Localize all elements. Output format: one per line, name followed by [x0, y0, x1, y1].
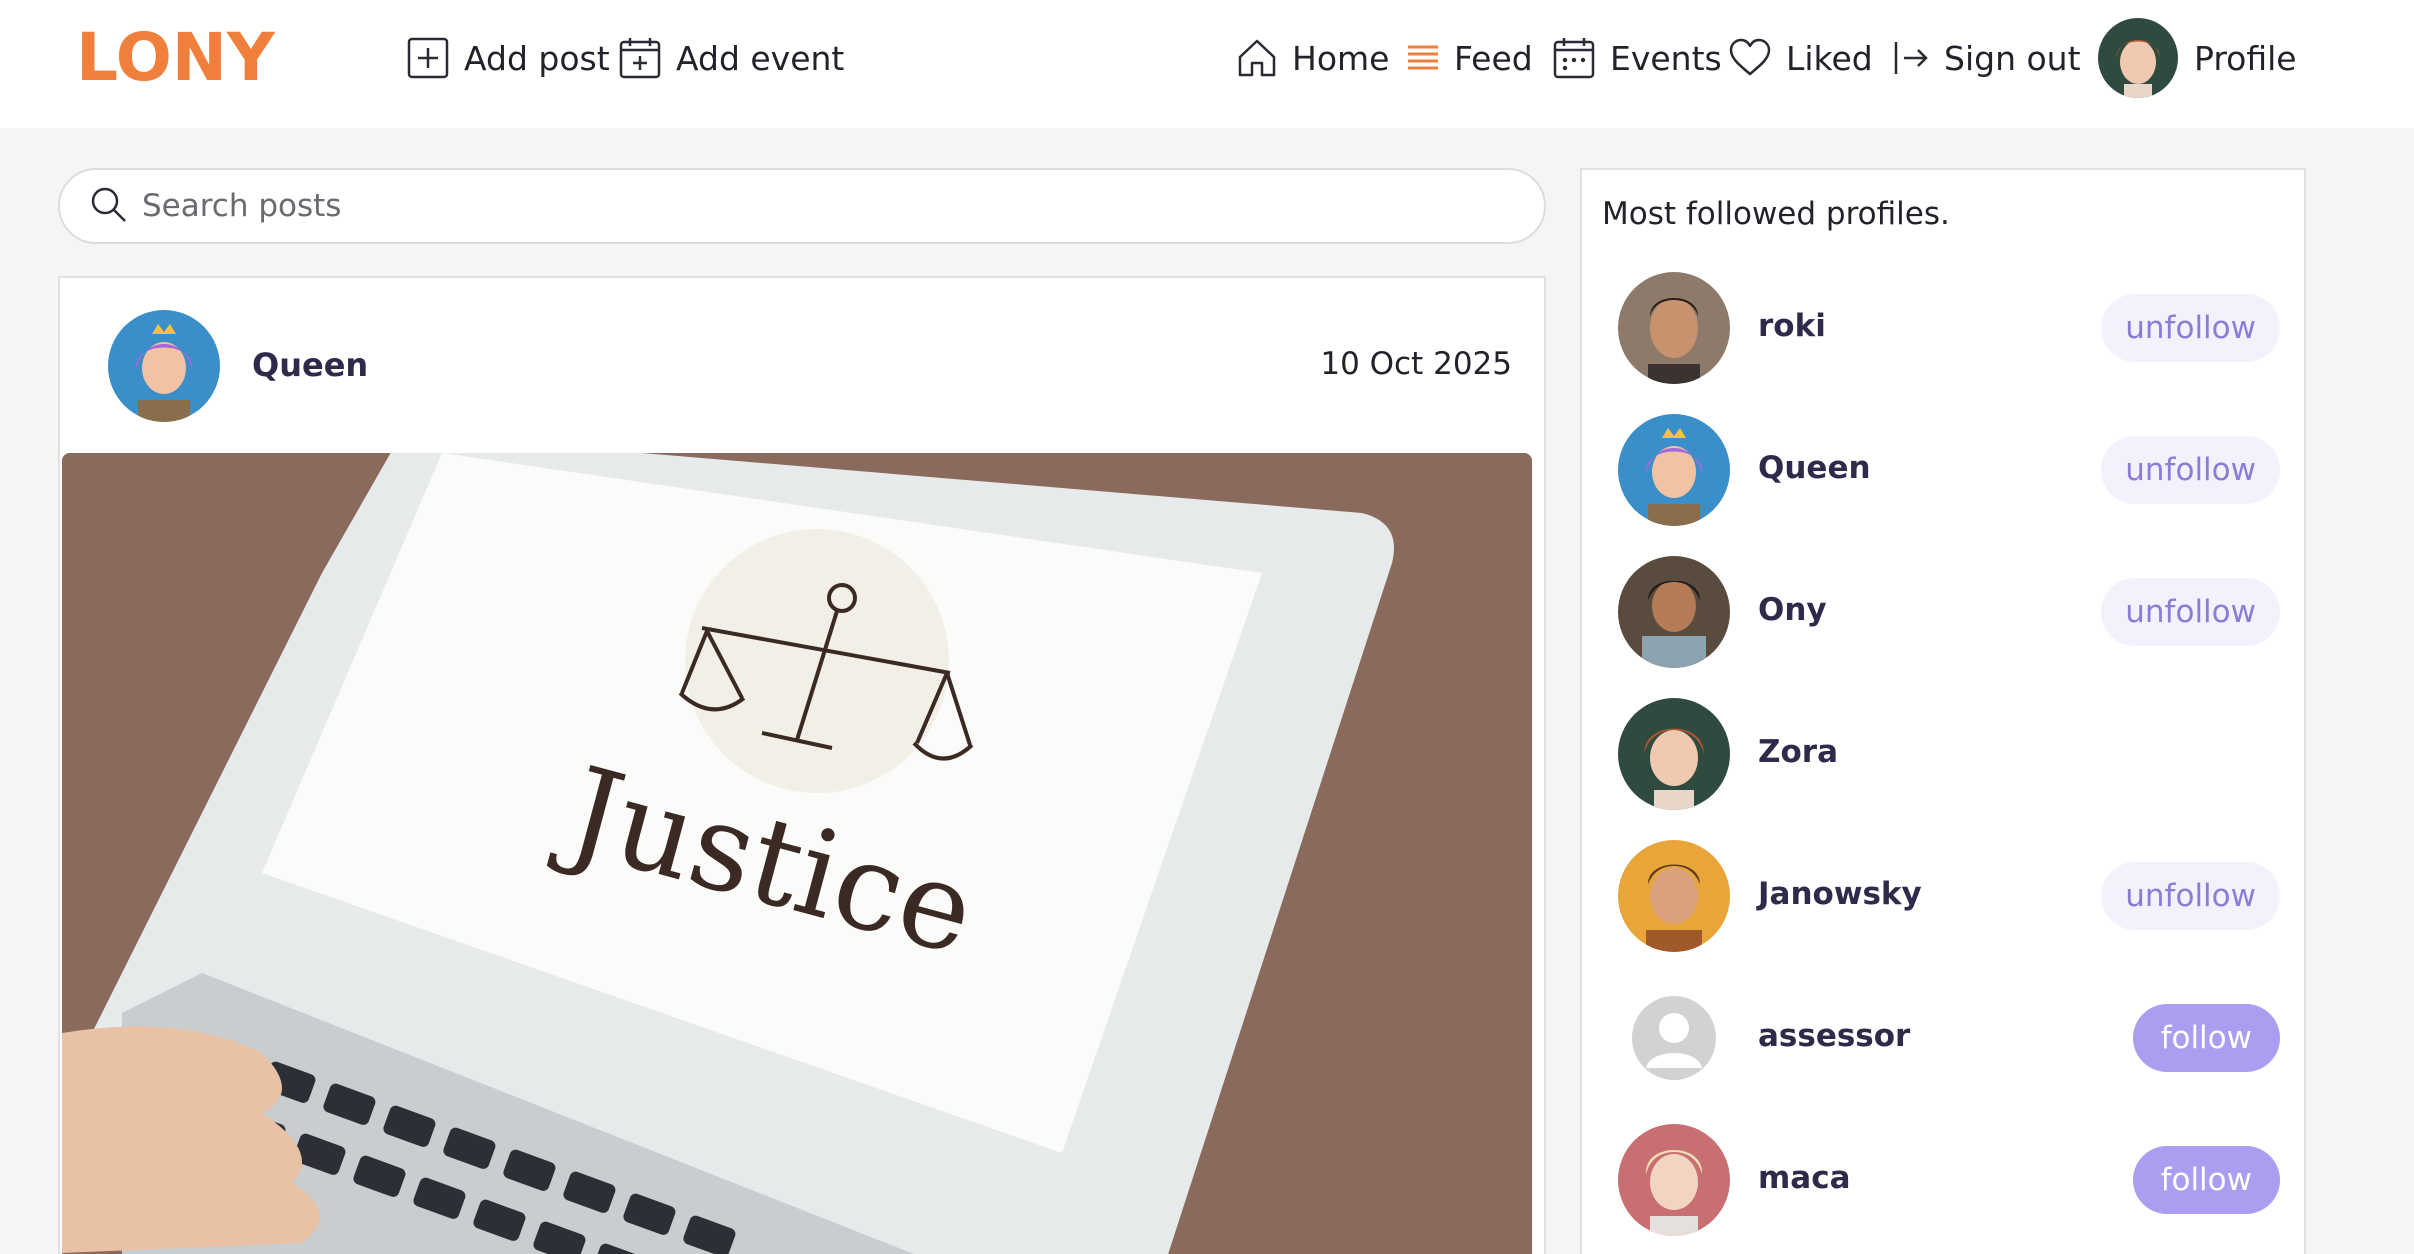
profile-name[interactable]: roki: [1758, 308, 1826, 344]
profile-avatar[interactable]: [1618, 272, 1730, 384]
post-date: 10 Oct 2025: [1320, 346, 1512, 382]
add-event-label: Add event: [676, 38, 845, 78]
profile-name[interactable]: Ony: [1758, 592, 1827, 628]
feed-label: Feed: [1454, 38, 1533, 78]
calendar-plus-icon: [618, 36, 676, 80]
profile-avatar[interactable]: [1618, 414, 1730, 526]
svg-text:LONY: LONY: [76, 20, 276, 90]
feed-link[interactable]: Feed: [1406, 30, 1533, 86]
home-label: Home: [1292, 38, 1390, 78]
add-post-link[interactable]: Add post: [406, 30, 610, 86]
events-label: Events: [1610, 38, 1722, 78]
profile-name[interactable]: assessor: [1758, 1018, 1910, 1054]
sign-out-label: Sign out: [1944, 38, 2081, 78]
add-event-link[interactable]: Add event: [618, 30, 844, 86]
user-avatar: [2098, 18, 2178, 98]
add-post-label: Add post: [464, 38, 610, 78]
profile-row: Janowsky unfollow: [1582, 840, 2304, 960]
search-bar: [58, 168, 1546, 244]
profile-avatar[interactable]: [1618, 1124, 1730, 1236]
profile-row: Zora: [1582, 698, 2304, 818]
profile-row: maca follow: [1582, 1124, 2304, 1244]
post-image[interactable]: Justice: [62, 453, 1532, 1254]
home-link[interactable]: Home: [1236, 30, 1389, 86]
follow-button[interactable]: follow: [2132, 1004, 2280, 1072]
profile-row: assessor follow: [1582, 982, 2304, 1102]
post-author-name[interactable]: Queen: [252, 346, 368, 384]
post-author-avatar[interactable]: [108, 310, 220, 422]
profile-row: roki unfollow: [1582, 272, 2304, 392]
profile-avatar[interactable]: [1618, 556, 1730, 668]
feed-lines-icon: [1406, 41, 1454, 75]
profile-name[interactable]: maca: [1758, 1160, 1851, 1196]
post-header: Queen 10 Oct 2025: [60, 278, 1544, 452]
follow-button[interactable]: follow: [2132, 1146, 2280, 1214]
unfollow-button[interactable]: unfollow: [2101, 862, 2280, 930]
search-input[interactable]: [142, 188, 1442, 224]
profile-row: Queen unfollow: [1582, 414, 2304, 534]
liked-label: Liked: [1786, 38, 1873, 78]
sign-out-link[interactable]: Sign out: [1892, 30, 2081, 86]
sign-out-icon: [1892, 38, 1944, 78]
heart-icon: [1728, 38, 1786, 78]
search-icon: [88, 184, 128, 228]
top-navigation-bar: LONY Add post Add event Home Feed Events: [0, 0, 2414, 128]
profile-name[interactable]: Zora: [1758, 734, 1838, 770]
unfollow-button[interactable]: unfollow: [2101, 578, 2280, 646]
unfollow-button[interactable]: unfollow: [2101, 436, 2280, 504]
unfollow-button[interactable]: unfollow: [2101, 294, 2280, 362]
profile-name[interactable]: Janowsky: [1758, 876, 1922, 912]
plus-square-icon: [406, 36, 464, 80]
profile-avatar[interactable]: [1618, 698, 1730, 810]
home-icon: [1236, 37, 1292, 79]
profile-label: Profile: [2194, 38, 2297, 78]
post-card: Queen 10 Oct 2025 Justice: [58, 276, 1546, 1254]
calendar-icon: [1552, 36, 1610, 80]
profile-avatar[interactable]: [1618, 840, 1730, 952]
most-followed-sidebar: Most followed profiles. roki unfollow Qu…: [1580, 168, 2306, 1254]
lony-logo[interactable]: LONY: [76, 20, 326, 90]
sidebar-title: Most followed profiles.: [1602, 196, 1950, 232]
events-link[interactable]: Events: [1552, 30, 1722, 86]
default-avatar-icon[interactable]: [1618, 982, 1730, 1094]
liked-link[interactable]: Liked: [1728, 30, 1873, 86]
profile-name[interactable]: Queen: [1758, 450, 1871, 486]
profile-row: Ony unfollow: [1582, 556, 2304, 676]
profile-link[interactable]: Profile: [2098, 18, 2297, 98]
